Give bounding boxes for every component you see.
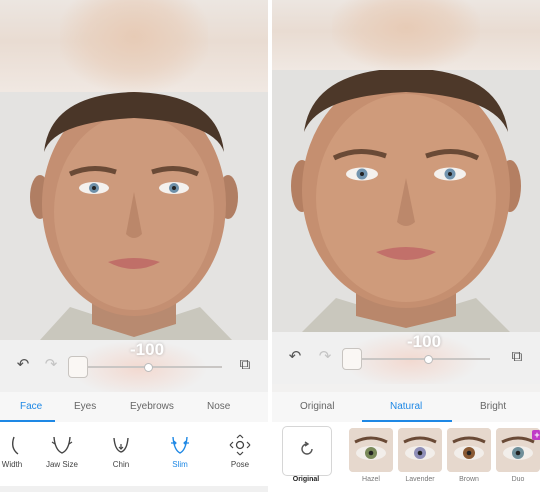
portrait-image xyxy=(272,70,540,332)
adjust-bar: ↶ ↷ -100 ⧉ xyxy=(0,340,268,392)
eye-swatch-lavender-label: Lavender xyxy=(405,476,435,483)
redo-icon[interactable]: ↷ xyxy=(42,356,60,374)
tool-chin[interactable]: Chin xyxy=(93,434,149,469)
face-width-icon xyxy=(11,436,19,455)
slider-thumb[interactable] xyxy=(342,348,362,370)
undo-icon[interactable]: ↶ xyxy=(14,356,32,374)
eye-color-panel: ↶ ↷ -100 ⧉ Original Natural Bright Origi… xyxy=(272,0,540,492)
style-tabs: Original Natural Bright xyxy=(272,392,540,422)
tool-slim[interactable]: Slim xyxy=(152,434,208,469)
eye-swatch-brown-label: Brown xyxy=(459,476,479,483)
jaw-size-icon xyxy=(51,436,73,454)
tab-face[interactable]: Face xyxy=(20,401,42,412)
eye-swatch-hazel-label: Hazel xyxy=(362,476,380,483)
pose-icon xyxy=(229,434,251,456)
tool-jaw-size-label: Jaw Size xyxy=(45,460,78,469)
original-option-button[interactable] xyxy=(282,426,332,476)
slider-center-dot xyxy=(144,363,153,372)
tool-jaw-size[interactable]: Jaw Size xyxy=(34,434,90,469)
eye-swatch-lavender[interactable] xyxy=(398,428,442,472)
face-reshape-panel: ↶ ↷ -100 ⧉ Face Eyes Eyebrows Nose Width… xyxy=(0,0,268,492)
face-tools-row: Width Jaw Size Chin Slim Pose xyxy=(0,422,268,492)
premium-plus-icon: + xyxy=(532,430,540,440)
portrait-photo[interactable] xyxy=(0,92,268,340)
eye-swatch-duo[interactable]: + xyxy=(496,428,540,472)
feature-tabs: Face Eyes Eyebrows Nose xyxy=(0,392,268,422)
eye-lavender-icon xyxy=(398,428,442,472)
eye-swatch-brown[interactable] xyxy=(447,428,491,472)
portrait-photo[interactable] xyxy=(272,70,540,332)
adjust-bar: ↶ ↷ -100 ⧉ xyxy=(272,332,540,384)
original-option-label: Original xyxy=(292,476,320,483)
eye-hazel-icon xyxy=(349,428,393,472)
slider-thumb[interactable] xyxy=(68,356,88,378)
compare-icon[interactable]: ⧉ xyxy=(236,356,254,374)
tab-eyebrows[interactable]: Eyebrows xyxy=(130,401,174,412)
bottom-bar xyxy=(0,486,268,492)
slider-value: -100 xyxy=(130,340,165,359)
tab-bright[interactable]: Bright xyxy=(480,401,506,412)
tab-natural[interactable]: Natural xyxy=(390,401,422,412)
intensity-slider[interactable] xyxy=(78,363,222,372)
compare-icon[interactable]: ⧉ xyxy=(508,348,526,366)
tab-nose[interactable]: Nose xyxy=(207,401,230,412)
undo-icon[interactable]: ↶ xyxy=(286,348,304,366)
blurred-preview-top xyxy=(272,0,540,70)
eye-brown-icon xyxy=(447,428,491,472)
tool-slim-label: Slim xyxy=(172,460,188,469)
chin-icon xyxy=(113,437,129,453)
portrait-image xyxy=(0,92,268,340)
eye-swatch-duo-label: Duo xyxy=(511,476,525,483)
tool-pose-label: Pose xyxy=(230,460,250,469)
eye-color-row: Original Hazel Lavender Brown + Duo xyxy=(272,422,540,492)
slider-center-dot xyxy=(424,355,433,364)
tab-eyes[interactable]: Eyes xyxy=(74,401,96,412)
blurred-preview-top xyxy=(0,0,268,92)
redo-icon[interactable]: ↷ xyxy=(316,348,334,366)
slim-face-icon xyxy=(171,436,189,454)
tool-chin-label: Chin xyxy=(112,460,130,469)
intensity-slider[interactable] xyxy=(352,355,490,364)
tab-original[interactable]: Original xyxy=(300,401,334,412)
tool-pose[interactable]: Pose xyxy=(212,434,268,469)
slider-value: -100 xyxy=(407,332,442,351)
reset-icon xyxy=(301,441,313,455)
eye-swatch-hazel[interactable] xyxy=(349,428,393,472)
